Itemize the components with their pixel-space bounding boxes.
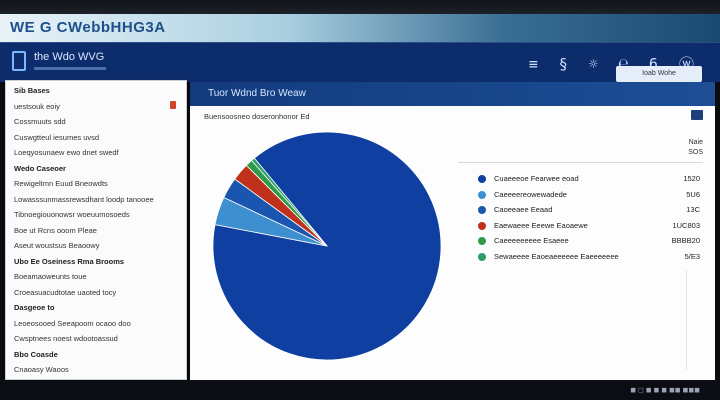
legend-value: BBBB20 [671, 236, 700, 245]
legend-value: 5U6 [686, 189, 700, 199]
legend-value: 1UC803 [672, 220, 700, 230]
legend-divider [458, 162, 703, 163]
legend-label: Eaewaeee Eeewe Eaoaewe [494, 220, 588, 230]
sidebar-section-heading: Bbo Coasde [14, 349, 58, 359]
sidebar-item[interactable]: Tibnoegiouonowsr woeuumosoeds [14, 210, 130, 219]
panel-title: Tuor Wdnd Bro Weaw [208, 88, 306, 99]
main-panel: Tuor Wdnd Bro Weaw Buensoosneo doseronho… [190, 82, 715, 380]
screen: WE G CWebbHHG3A the Wdo WVG ≡ § ☼ ℮ 6 ⓦ … [0, 0, 720, 400]
pie-chart [212, 131, 442, 361]
legend-item[interactable]: Caeeeereowewadede 5U6 [460, 188, 700, 202]
legend-value: 5/E3 [684, 251, 700, 261]
panel-toolbar-button[interactable] [691, 110, 703, 120]
taskbar: ◼ ◻ ◼ ◼ ◼ ◼◼ ◼◼◼ [0, 380, 720, 400]
legend-item[interactable]: Sewaeeee Eaoeaeeeeee Eaeeeeeee 5/E3 [460, 250, 700, 264]
legend-value: 13C [686, 205, 700, 214]
legend-label: Caeeeereowewadede [494, 189, 567, 199]
sidebar-item[interactable]: Leoeosooed Seeapoom ocaoo doo [14, 319, 131, 328]
sidebar-item[interactable]: Boe ut Rcns ooom Pleae [14, 226, 97, 235]
legend-header-2: SOS [688, 149, 703, 156]
sidebar-item[interactable]: Cwsptnees noest wdootoassud [14, 334, 118, 343]
window-title: WE G CWebbHHG3A [10, 19, 166, 36]
sidebar-item[interactable]: Lowasssunmassrewsdhant loodp tanooee [14, 195, 154, 204]
taskbar-tray[interactable]: ◼ ◻ ◼ ◼ ◼ ◼◼ ◼◼◼ [630, 386, 700, 394]
legend-swatch [478, 252, 486, 261]
header-action-button[interactable]: Ioab Wohe [616, 66, 702, 82]
sidebar-section-heading: Dasgeoe to [14, 303, 55, 312]
monitor-bezel [0, 0, 720, 14]
notification-badge [170, 101, 176, 109]
sidebar-item[interactable]: Loeqyosunaew ewo dnet swedf [14, 148, 119, 157]
legend-label: Cuaeeeoe Fearwee eoad [494, 174, 579, 183]
sidebar-item[interactable]: Rewigeltmn Euud Bneowdts [14, 179, 108, 188]
window-titlebar[interactable]: WE G CWebbHHG3A [0, 14, 720, 42]
sidebar: Sib Bases uestsouk eoiy Cossmuuts sdd Cuswg… [5, 80, 187, 380]
sidebar-item[interactable]: uestsouk eoiy [14, 102, 60, 111]
sidebar-section-heading: Sib Bases [14, 86, 50, 95]
panel-toolbar-label: Buensoosneo doseronhonor Ed [204, 112, 310, 121]
sidebar-item[interactable]: Cossmuuts sdd [14, 117, 66, 126]
legend-value: 1520 [683, 174, 700, 183]
sidebar-item[interactable]: Boeamaoweunts toue [14, 272, 87, 281]
legend-item[interactable]: Caeeeeeeeee Esaeee BBBB20 [460, 234, 700, 248]
legend-item[interactable]: Eaewaeee Eeewe Eaoaewe 1UC803 [460, 219, 700, 233]
legend-vertical-rule [686, 270, 687, 370]
legend-swatch [478, 190, 486, 199]
legend-label: Caeeeeeeeee Esaeee [494, 236, 569, 245]
sidebar-item[interactable]: Cnaoasy Waoos [14, 365, 69, 374]
app-logo-icon [12, 51, 26, 71]
sidebar-section-heading: Ubo Ee Oseiness Rma Brooms [14, 256, 125, 266]
legend-swatch [478, 206, 486, 214]
legend-label: Caoeeaee Eeaad [494, 205, 553, 214]
legend-swatch [478, 221, 486, 230]
legend-header: Naie SOS [688, 138, 703, 158]
app-subtitle-bar [34, 67, 106, 70]
legend-item[interactable]: Cuaeeeoe Fearwee eoad 1520 [460, 172, 700, 186]
sidebar-item[interactable]: Aseut woustsus Beaoowy [14, 241, 99, 250]
legend-label: Sewaeeee Eaoeaeeeeee Eaeeeeeee [494, 251, 619, 261]
legend-item[interactable]: Caoeeaee Eeaad 13C [460, 203, 700, 217]
sidebar-item[interactable]: Croeasuacudtotae uaoted tocy [14, 288, 116, 297]
sidebar-section-heading: Wedo Caseoer [14, 163, 66, 173]
app-title: the Wdo WVG [34, 51, 105, 63]
legend-swatch [478, 237, 486, 245]
app-header: the Wdo WVG ≡ § ☼ ℮ 6 ⓦ [0, 42, 720, 82]
legend-header-1: Naie [688, 139, 703, 146]
panel-header: Tuor Wdnd Bro Weaw [190, 82, 715, 106]
sidebar-item[interactable]: Cuswgtteul iesumes uvsd [14, 133, 99, 142]
legend-swatch [478, 175, 486, 183]
